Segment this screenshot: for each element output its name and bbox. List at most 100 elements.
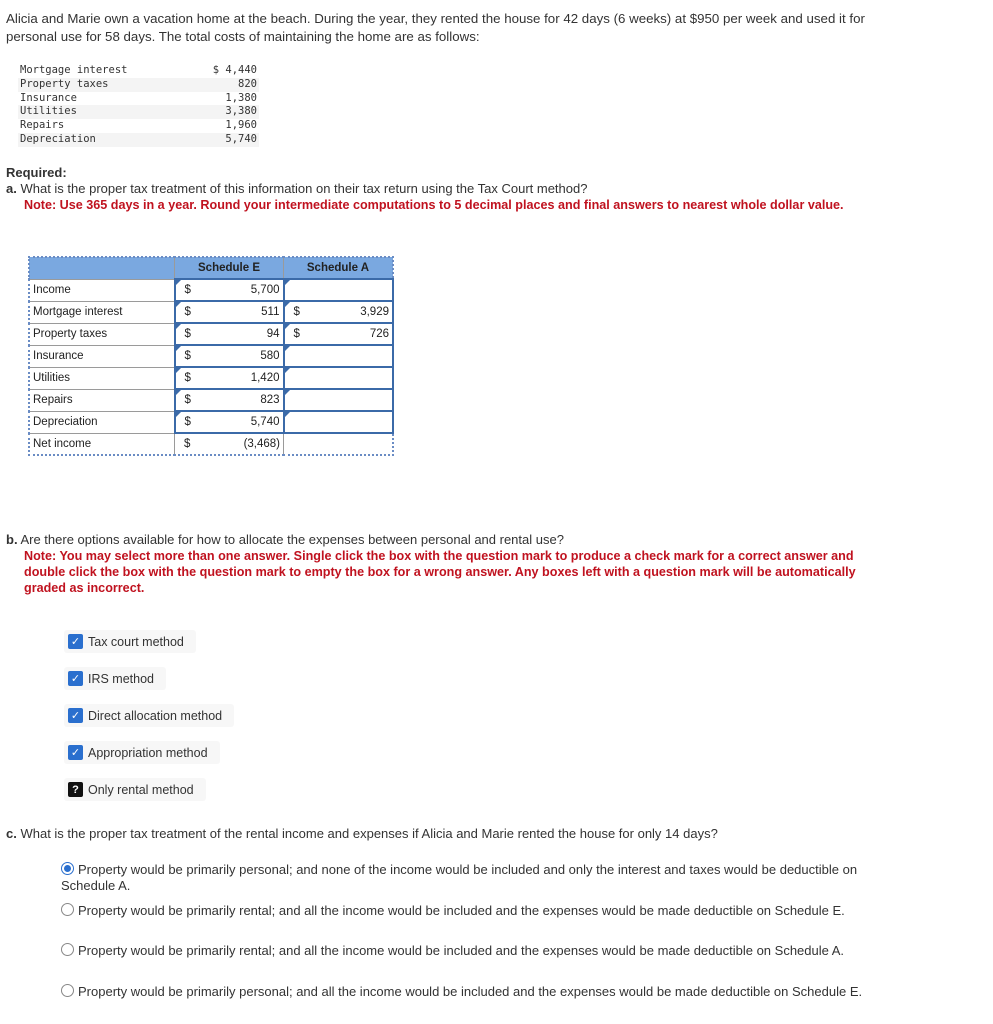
part-c-text: What is the proper tax treatment of the … — [20, 826, 718, 841]
cost-value: $ 4,440 — [212, 64, 257, 76]
checkmark-icon[interactable]: ✓ — [68, 634, 83, 649]
cost-value: 1,380 — [225, 91, 257, 104]
schedule-row: Repairs $823 — [28, 388, 394, 412]
input-flag-icon — [175, 324, 181, 329]
currency-symbol: $ — [184, 350, 191, 362]
radio-option-3[interactable]: Property would be primarily rental; and … — [61, 943, 881, 959]
radio-empty-icon[interactable] — [61, 984, 74, 997]
option-direct-allocation-method[interactable]: ✓ Direct allocation method — [64, 704, 235, 727]
option-only-rental-method[interactable]: ? Only rental method — [64, 778, 206, 801]
option-appropriation-method[interactable]: ✓ Appropriation method — [64, 741, 220, 764]
schedule-row: Insurance $580 — [28, 344, 394, 368]
row-label: Mortgage interest — [28, 300, 175, 324]
schedule-a-cell[interactable]: $726 — [282, 322, 394, 346]
input-flag-icon — [175, 390, 181, 395]
required-heading: Required: — [6, 165, 67, 180]
input-flag-icon — [175, 302, 181, 307]
part-a-question: a. What is the proper tax treatment of t… — [6, 181, 886, 213]
cell-value[interactable]: 823 — [260, 394, 279, 406]
cell-content: $3,929 — [284, 302, 393, 322]
schedule-a-cell[interactable] — [282, 344, 394, 368]
cell-value[interactable]: 94 — [267, 328, 280, 340]
row-label: Insurance — [28, 344, 175, 368]
cell-value[interactable]: 726 — [370, 328, 389, 340]
schedule-e-cell[interactable]: $5,740 — [173, 410, 285, 434]
cost-row: Depreciation 5,740 — [18, 132, 259, 147]
radio-empty-icon[interactable] — [61, 943, 74, 956]
input-flag-icon — [284, 412, 290, 417]
cell-value[interactable]: 511 — [261, 306, 279, 318]
currency-symbol: $ — [184, 284, 191, 296]
cell-content — [284, 390, 393, 410]
radio-option-1[interactable]: Property would be primarily personal; an… — [61, 862, 881, 894]
radio-option-4[interactable]: Property would be primarily personal; an… — [61, 984, 881, 1000]
schedule-row: Mortgage interest $511 $3,929 — [28, 300, 394, 324]
cell-content — [284, 346, 393, 366]
part-a-letter: a. — [6, 181, 17, 196]
radio-label: Property would be primarily personal; an… — [61, 862, 858, 893]
currency-symbol: $ — [184, 438, 191, 450]
schedule-row: Net income $ (3,468) — [28, 432, 394, 456]
radio-label: Property would be primarily rental; and … — [78, 943, 845, 958]
currency-symbol: $ — [184, 416, 191, 428]
schedule-e-cell[interactable]: $511 — [173, 300, 285, 324]
cost-label: Insurance — [20, 91, 77, 104]
cell-value[interactable]: 5,740 — [251, 416, 280, 428]
cell-content: $823 — [175, 390, 283, 410]
question-mark-icon[interactable]: ? — [68, 782, 83, 797]
radio-option-2[interactable]: Property would be primarily rental; and … — [61, 903, 881, 919]
cost-row: Utilities 3,380 — [18, 105, 259, 120]
cost-row: Property taxes 820 — [18, 77, 259, 92]
input-flag-icon — [284, 368, 290, 373]
cell-content — [284, 368, 393, 388]
radio-label: Property would be primarily personal; an… — [78, 984, 863, 999]
schedule-e-cell[interactable]: $5,700 — [173, 278, 285, 302]
part-b-question: b. Are there options available for how t… — [6, 532, 886, 596]
cell-content: $726 — [284, 324, 393, 344]
input-flag-icon — [284, 324, 290, 329]
schedule-a-cell[interactable] — [282, 388, 394, 412]
cell-content: $ (3,468) — [175, 434, 283, 454]
schedule-row: Utilities $1,420 — [28, 366, 394, 390]
cost-value: 820 — [187, 77, 259, 92]
schedule-a-cell[interactable] — [282, 410, 394, 434]
cost-label: Utilities — [18, 105, 187, 120]
schedule-e-cell[interactable]: $1,420 — [173, 366, 285, 390]
currency-symbol: $ — [293, 306, 300, 318]
radio-empty-icon[interactable] — [61, 903, 74, 916]
checkmark-icon[interactable]: ✓ — [68, 745, 83, 760]
cell-value[interactable]: 580 — [260, 350, 279, 362]
schedule-a-cell[interactable] — [282, 366, 394, 390]
cell-value[interactable]: 1,420 — [251, 372, 280, 384]
currency-symbol: $ — [184, 372, 191, 384]
cell-content: $5,700 — [175, 280, 283, 300]
schedule-e-cell[interactable]: $94 — [173, 322, 285, 346]
header-schedule-a: Schedule A — [283, 256, 394, 280]
cost-table: Mortgage interest $ 4,440 Property taxes 8… — [18, 64, 259, 147]
schedule-row: Depreciation $5,740 — [28, 410, 394, 434]
cell-content — [284, 412, 393, 432]
option-label: Tax court method — [88, 634, 184, 649]
schedule-e-cell[interactable]: $580 — [173, 344, 285, 368]
part-c-question: c. What is the proper tax treatment of t… — [6, 826, 886, 842]
schedule-e-cell[interactable]: $823 — [173, 388, 285, 412]
schedule-a-cell[interactable]: $3,929 — [282, 300, 394, 324]
input-flag-icon — [175, 412, 181, 417]
currency-symbol: $ — [184, 306, 191, 318]
checkmark-icon[interactable]: ✓ — [68, 671, 83, 686]
radio-selected-icon[interactable] — [61, 862, 74, 875]
row-label: Income — [28, 278, 175, 302]
option-tax-court-method[interactable]: ✓ Tax court method — [64, 630, 196, 653]
cell-value[interactable]: 3,929 — [360, 306, 389, 318]
option-irs-method[interactable]: ✓ IRS method — [64, 667, 167, 690]
checkmark-icon[interactable]: ✓ — [68, 708, 83, 723]
currency-symbol: $ — [184, 328, 191, 340]
schedule-a-cell[interactable] — [282, 278, 394, 302]
cost-label: Property taxes — [18, 77, 187, 92]
cell-content — [284, 434, 392, 454]
input-flag-icon — [284, 280, 290, 285]
cell-value[interactable]: 5,700 — [251, 284, 280, 296]
part-a-text: What is the proper tax treatment of this… — [20, 181, 588, 196]
cost-label: Repairs — [20, 119, 65, 132]
header-blank — [28, 256, 175, 280]
